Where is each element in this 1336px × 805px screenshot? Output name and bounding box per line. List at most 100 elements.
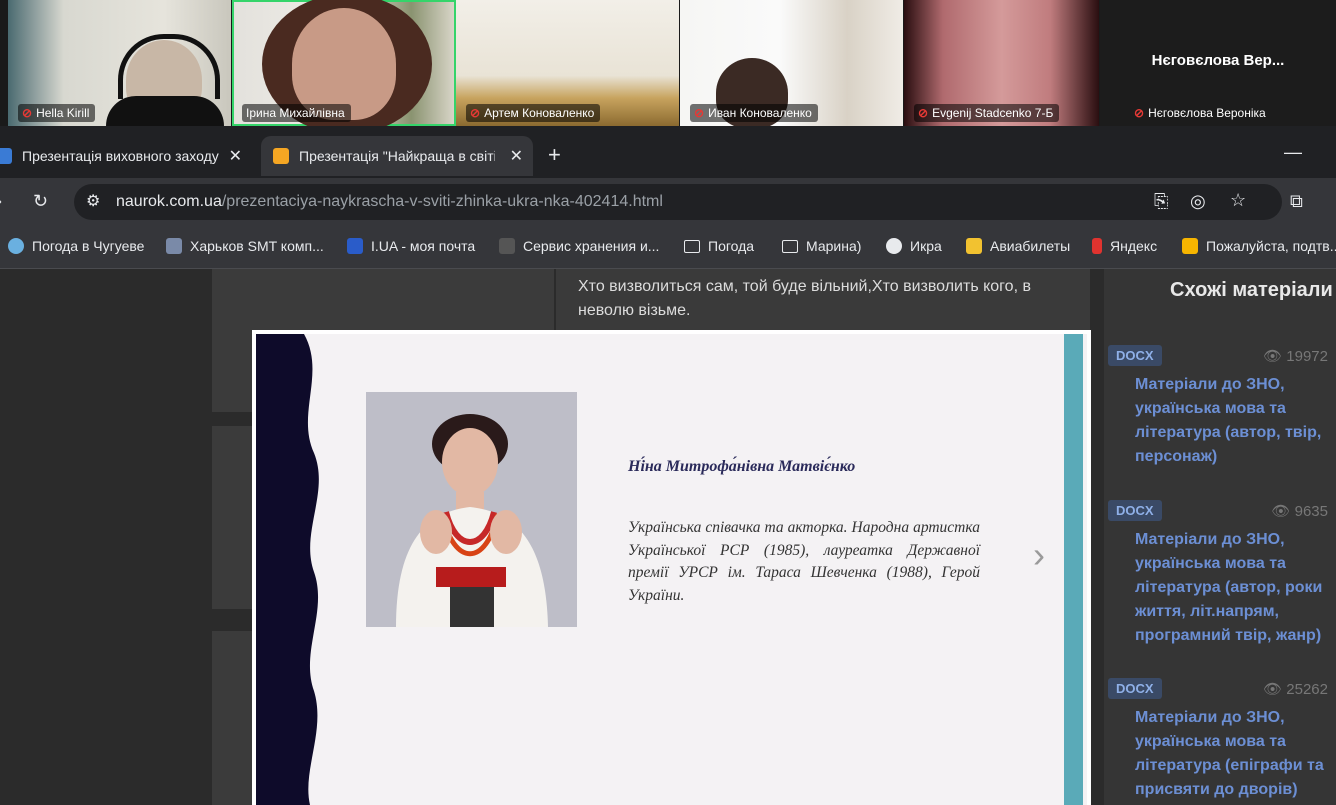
bookmark-label: Харьков SMT комп... (190, 238, 324, 254)
participant-name: ⊘ Evgenij Stadcenko 7-Б (914, 104, 1060, 122)
browser-toolbar: › ↻ ⚙ naurok.com.ua/prezentaciya-naykras… (0, 178, 1336, 226)
related-material-link[interactable]: Матеріали до ЗНО, українська мова та літ… (1135, 528, 1333, 648)
tab-title: Презентація "Найкраща в світі (299, 148, 495, 164)
bookmark-label: Сервис хранения и... (523, 238, 660, 254)
mail-icon (1182, 238, 1198, 254)
slide-description: Українська співачка та акторка. Народна … (628, 519, 980, 604)
bookmarks-bar: Погода в Чугуеве Харьков SMT комп... I.U… (0, 226, 1336, 269)
file-type-badge: DOCX (1108, 678, 1162, 699)
bookmark-label: Марина) (806, 238, 862, 254)
folder-icon (782, 239, 798, 253)
bookmark-label: Авиабилеты (990, 238, 1071, 254)
tab-title: Презентація виховного заходу (22, 148, 219, 164)
eye-icon: 👁 (1263, 348, 1283, 365)
presentation-slide-viewer[interactable]: Ні́на Митрофа́нівна Матвіє́нко Українськ… (252, 330, 1091, 805)
minimize-icon[interactable]: — (1284, 142, 1302, 163)
participant-name: ⊘ Hella Kirill (18, 104, 96, 122)
participant-tile[interactable]: ⊘ Иван Коноваленко (680, 0, 903, 126)
bookmark-label: Погода в Чугуеве (32, 238, 145, 254)
view-count-value: 9635 (1294, 503, 1328, 520)
yandex-icon (1092, 238, 1102, 254)
slide-canvas: Ні́на Митрофа́нівна Матвіє́нко Українськ… (256, 334, 1087, 805)
site-info-icon[interactable]: ⚙ (86, 191, 100, 211)
singer-photo (366, 392, 577, 627)
bookmark-item[interactable]: Сервис хранения и... (499, 238, 659, 254)
participant-name: ⊘ Артем Коноваленко (466, 104, 601, 122)
reload-icon[interactable]: ↻ (33, 191, 48, 212)
bookmark-star-icon[interactable]: ☆ (1230, 190, 1246, 211)
view-count-value: 25262 (1286, 681, 1328, 698)
sidebar-title: Схожі матеріали (1170, 279, 1333, 301)
bookmark-item[interactable]: Пожалуйста, подтв... (1182, 238, 1336, 254)
related-materials-sidebar: Схожі матеріали DOCX 👁 19972 Матеріали д… (1104, 269, 1336, 805)
participant-tile-active[interactable]: Ірина Михайлівна (232, 0, 456, 126)
participant-body (106, 96, 224, 126)
naurok-favicon-icon (273, 148, 289, 164)
participant-tile[interactable]: ⊘ Evgenij Stadcenko 7-Б (904, 0, 1099, 126)
browser-tab[interactable]: Презентація виховного заходу ✕ (0, 136, 252, 176)
related-material-link[interactable]: Матеріали до ЗНО, українська мова та літ… (1135, 706, 1333, 802)
slide-side-bar (1064, 334, 1083, 805)
close-tab-icon[interactable]: ✕ (229, 146, 242, 166)
browser-tab-bar: Презентація виховного заходу ✕ Презентац… (0, 126, 1336, 178)
mic-off-icon: ⊘ (22, 106, 33, 120)
bookmark-item[interactable]: Харьков SMT комп... (166, 238, 324, 254)
plane-icon (966, 238, 982, 254)
eye-icon: 👁 (1271, 503, 1291, 520)
extensions-icon[interactable]: ⧉ (1290, 191, 1303, 212)
mic-off-icon: ⊘ (1134, 106, 1145, 120)
storage-icon (499, 238, 515, 254)
address-bar[interactable]: ⚙ naurok.com.ua/prezentaciya-naykrascha-… (74, 184, 1282, 220)
participant-tile[interactable]: ⊘ Артем Коноваленко (456, 0, 679, 126)
view-count: 👁 9635 (1271, 502, 1328, 520)
bookmark-item[interactable]: I.UA - моя почта (347, 238, 475, 254)
participant-headphones (118, 34, 220, 99)
bookmark-folder[interactable]: Марина) (782, 238, 861, 254)
bookmark-label: Пожалуйста, подтв... (1206, 238, 1336, 254)
url-text[interactable]: naurok.com.ua/prezentaciya-naykrascha-v-… (116, 193, 663, 211)
bookmark-label: Погода (708, 238, 755, 254)
participant-name: Ірина Михайлівна (242, 104, 351, 122)
participant-display-name: Нєговєлова Вер... (1151, 52, 1285, 69)
participant-name: ⊘ Нєговєлова Вероніка (1134, 106, 1266, 120)
slide-heading: Ні́на Митрофа́нівна Матвіє́нко (628, 458, 856, 475)
install-app-icon[interactable]: ⎘ (1154, 191, 1168, 212)
bookmark-item[interactable]: Икра (886, 238, 942, 254)
view-count: 👁 25262 (1263, 680, 1328, 698)
url-path: /prezentaciya-naykrascha-v-sviti-zhinka-… (221, 193, 663, 210)
new-tab-icon[interactable]: + (548, 142, 561, 168)
gear-favicon-icon (0, 148, 12, 164)
globe-icon (886, 238, 902, 254)
tracking-protection-icon[interactable]: ◎ (1190, 191, 1206, 212)
iua-icon (347, 238, 363, 254)
bookmark-label: Яндекс (1110, 238, 1158, 254)
weather-icon (8, 238, 24, 254)
bookmark-label: I.UA - моя почта (371, 238, 476, 254)
eye-icon: 👁 (1263, 681, 1283, 698)
mic-off-icon: ⊘ (918, 106, 929, 120)
view-count: 👁 19972 (1263, 347, 1328, 365)
related-material-link[interactable]: Матеріали до ЗНО, українська мова та літ… (1135, 373, 1333, 469)
video-call-strip: ⊘ Hella Kirill Ірина Михайлівна ⊘ Артем Ко… (0, 0, 1336, 126)
next-slide-arrow-icon[interactable]: › (1033, 534, 1045, 576)
bookmark-item[interactable]: Яндекс (1092, 238, 1157, 254)
bookmark-item[interactable]: Авиабилеты (966, 238, 1070, 254)
singer-portrait-image (366, 392, 577, 627)
bookmark-item[interactable]: Погода в Чугуеве (8, 238, 144, 254)
participant-tile[interactable]: Нєговєлова Вер... ⊘ Нєговєлова Вероніка (1100, 0, 1336, 126)
mic-off-icon: ⊘ (470, 106, 481, 120)
smt-icon (166, 238, 182, 254)
file-type-badge: DOCX (1108, 500, 1162, 521)
forward-icon[interactable]: › (0, 191, 2, 212)
browser-tab-active[interactable]: Презентація "Найкраща в світі ✕ (261, 136, 533, 176)
folder-icon (684, 239, 700, 253)
slide-wave-decoration (256, 334, 319, 805)
close-tab-icon[interactable]: ✕ (510, 146, 523, 166)
view-count-value: 19972 (1286, 348, 1328, 365)
bookmark-label: Икра (910, 238, 942, 254)
bookmark-folder[interactable]: Погода (684, 238, 754, 254)
participant-name: ⊘ Иван Коноваленко (690, 104, 818, 122)
participant-tile[interactable]: ⊘ Hella Kirill (8, 0, 231, 126)
quote-text: Хто визволиться сам, той буде вільний,Хт… (578, 278, 1031, 319)
mic-off-icon: ⊘ (694, 106, 705, 120)
